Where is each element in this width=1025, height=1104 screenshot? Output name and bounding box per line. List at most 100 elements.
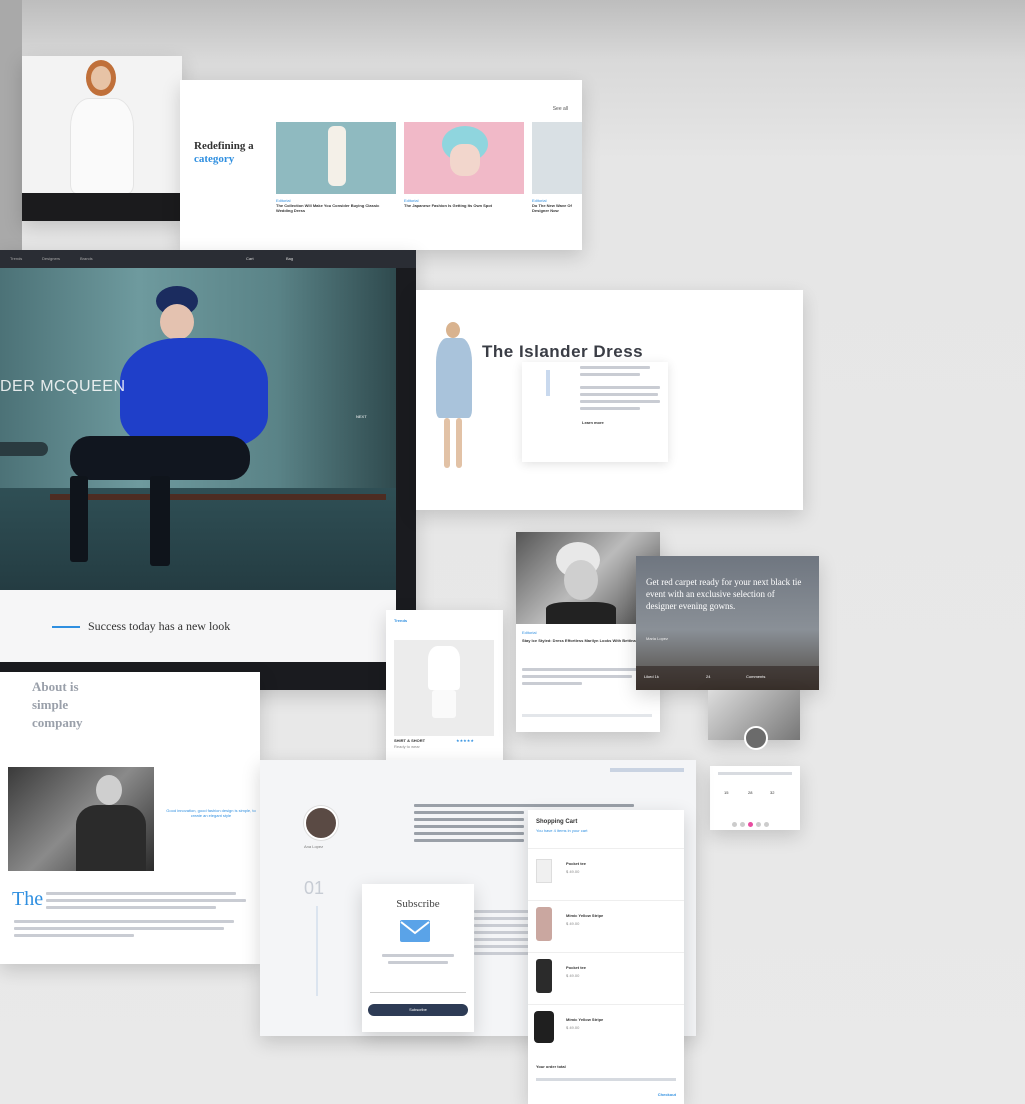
cart-item-price: $ 49.00 bbox=[566, 869, 580, 874]
category-item-title: The Japanese Fashion Is Getting Its Own … bbox=[404, 203, 493, 208]
nav-cart[interactable]: Cart bbox=[246, 256, 254, 261]
cart-checkout-button[interactable]: Checkout bbox=[658, 1092, 676, 1097]
cart-item-price: $ 49.00 bbox=[566, 921, 580, 926]
longform-body-2 bbox=[474, 910, 534, 959]
cart-item-price: $ 49.00 bbox=[566, 1025, 580, 1030]
hero-nav: Trends Designers Brands Cart Bag bbox=[0, 250, 416, 268]
islander-learn-more[interactable]: Learn more bbox=[582, 420, 604, 425]
section-number: 01 bbox=[304, 878, 325, 898]
see-all-link[interactable]: See all bbox=[553, 106, 568, 112]
section-divider bbox=[316, 906, 318, 996]
category-item-3[interactable]: Editorial Do The New Wave Of Designer No… bbox=[532, 122, 582, 213]
about-photo bbox=[8, 767, 154, 871]
tagline-accent bbox=[52, 626, 80, 628]
counter-value-2: 28 bbox=[748, 790, 753, 795]
trends-product-sub: Ready to wear bbox=[394, 744, 420, 749]
subscribe-card: Subscribe Subscribe bbox=[362, 884, 474, 1032]
dress-figure bbox=[432, 322, 476, 472]
quote-stats-bar: Liked 1k 24 Comments bbox=[636, 666, 819, 690]
category-title: Redefining a category bbox=[194, 140, 254, 166]
category-title-line2: category bbox=[194, 153, 235, 165]
counter-value-3: 32 bbox=[770, 790, 775, 795]
about-body-text bbox=[46, 892, 246, 913]
model-card-footer bbox=[22, 193, 182, 221]
hero-screen: Trends Designers Brands Cart Bag DER MCQ… bbox=[0, 250, 416, 690]
article-meta bbox=[522, 714, 652, 717]
hero-lower: Success today has a new look bbox=[0, 590, 396, 662]
category-item-3-image bbox=[532, 122, 582, 194]
nav-item-brands[interactable]: Brands bbox=[80, 256, 93, 261]
quote-card: Get red carpet ready for your next black… bbox=[636, 556, 819, 690]
trends-rating: ★★★★★ bbox=[456, 738, 474, 743]
cart-subtitle: You have 4 items in your cart bbox=[536, 828, 588, 833]
cart-item-thumb bbox=[536, 959, 552, 993]
longform-top-links[interactable] bbox=[610, 768, 684, 772]
article-title[interactable]: Stay Ice Styled: Dress Effortless Marily… bbox=[522, 638, 642, 643]
category-item-2[interactable]: Editorial The Japanese Fashion Is Gettin… bbox=[404, 122, 524, 208]
author-name: Ana Lopez bbox=[304, 844, 324, 849]
hero-tagline: Success today has a new look bbox=[88, 619, 231, 633]
cart-item-thumb bbox=[536, 859, 552, 883]
quote-likes[interactable]: Liked 1k bbox=[644, 674, 659, 679]
quote-comments[interactable]: Comments bbox=[746, 674, 765, 679]
hero-headline: DER MCQUEEN bbox=[0, 378, 126, 395]
cart-item-name: Mimic Yellow Stripe bbox=[566, 1017, 604, 1022]
counter-card: 15 28 32 bbox=[710, 766, 800, 830]
nav-item-trends[interactable]: Trends bbox=[10, 256, 22, 261]
counter-value-1: 15 bbox=[724, 790, 729, 795]
category-item-title: The Collection Will Make You Consider Bu… bbox=[276, 203, 380, 213]
quote-text: Get red carpet ready for your next black… bbox=[646, 577, 802, 611]
trends-product-image[interactable] bbox=[394, 640, 494, 736]
model-figure bbox=[62, 60, 142, 195]
cart-item-thumb bbox=[534, 1011, 554, 1043]
nav-bag[interactable]: Bag bbox=[286, 256, 293, 261]
subscribe-email-input[interactable] bbox=[370, 982, 466, 993]
subscribe-title: Subscribe bbox=[396, 898, 440, 910]
subscribe-button[interactable]: Subscribe bbox=[368, 1004, 468, 1016]
cart-item-name: Mimic Yellow Stripe bbox=[566, 913, 604, 918]
about-drop-cap: The bbox=[12, 888, 44, 910]
category-item-1[interactable]: Editorial The Collection Will Make You C… bbox=[276, 122, 396, 213]
mail-icon bbox=[400, 920, 430, 942]
about-card: About is simple company Good innovation,… bbox=[0, 672, 260, 964]
counter-header bbox=[718, 772, 792, 775]
category-title-line1: Redefining a bbox=[194, 140, 254, 152]
hero-model bbox=[70, 286, 290, 586]
about-title: About is simple company bbox=[32, 679, 83, 730]
quote-shares[interactable]: 24 bbox=[706, 674, 710, 679]
cart-item[interactable]: Mimic Yellow Stripe $ 49.00 bbox=[528, 1004, 684, 1053]
islander-card: The Islander Dress Learn more bbox=[416, 290, 803, 510]
article-tag: Editorial bbox=[522, 630, 537, 635]
cart-item-thumb bbox=[536, 907, 552, 941]
hero-cta-button[interactable] bbox=[0, 442, 48, 456]
category-item-1-image bbox=[276, 122, 396, 194]
cart-item[interactable]: Pocket tee $ 49.00 bbox=[528, 848, 684, 897]
trends-product-name: SHIRT & SHORT bbox=[394, 738, 426, 743]
hero-next-button[interactable]: NEXT bbox=[356, 414, 367, 419]
cart-title: Shopping Cart bbox=[536, 819, 578, 825]
cart-item[interactable]: Pocket tee $ 49.00 bbox=[528, 952, 684, 1001]
islander-info-box: Learn more bbox=[522, 362, 668, 462]
category-card: See all Redefining a category Editorial … bbox=[180, 80, 582, 250]
cart-card: Shopping Cart You have 4 items in your c… bbox=[528, 810, 684, 1104]
cart-total-label: Your order total bbox=[536, 1064, 566, 1069]
cart-item-name: Pocket tee bbox=[566, 965, 587, 970]
about-body-text-2 bbox=[14, 920, 234, 941]
category-item-2-image bbox=[404, 122, 524, 194]
cart-item-name: Pocket tee bbox=[566, 861, 587, 866]
cart-item[interactable]: Mimic Yellow Stripe $ 49.00 bbox=[528, 900, 684, 949]
about-pull-quote: Good innovation, good fashion design is … bbox=[166, 808, 256, 818]
counter-dots[interactable] bbox=[732, 814, 778, 827]
cart-shipping-select[interactable] bbox=[536, 1078, 676, 1081]
nav-item-designers[interactable]: Designers bbox=[42, 256, 60, 261]
subscribe-text bbox=[382, 954, 454, 968]
author-avatar[interactable] bbox=[304, 806, 338, 840]
cart-item-price: $ 49.00 bbox=[566, 973, 580, 978]
quote-author: Maria Lopez bbox=[646, 636, 669, 641]
model-card[interactable] bbox=[22, 56, 182, 221]
hero-image: DER MCQUEEN NEXT bbox=[0, 268, 396, 590]
trends-header: Trends bbox=[394, 618, 408, 623]
article-excerpt bbox=[522, 668, 640, 689]
islander-title: The Islander Dress bbox=[482, 342, 644, 361]
small-avatar[interactable] bbox=[744, 726, 768, 750]
